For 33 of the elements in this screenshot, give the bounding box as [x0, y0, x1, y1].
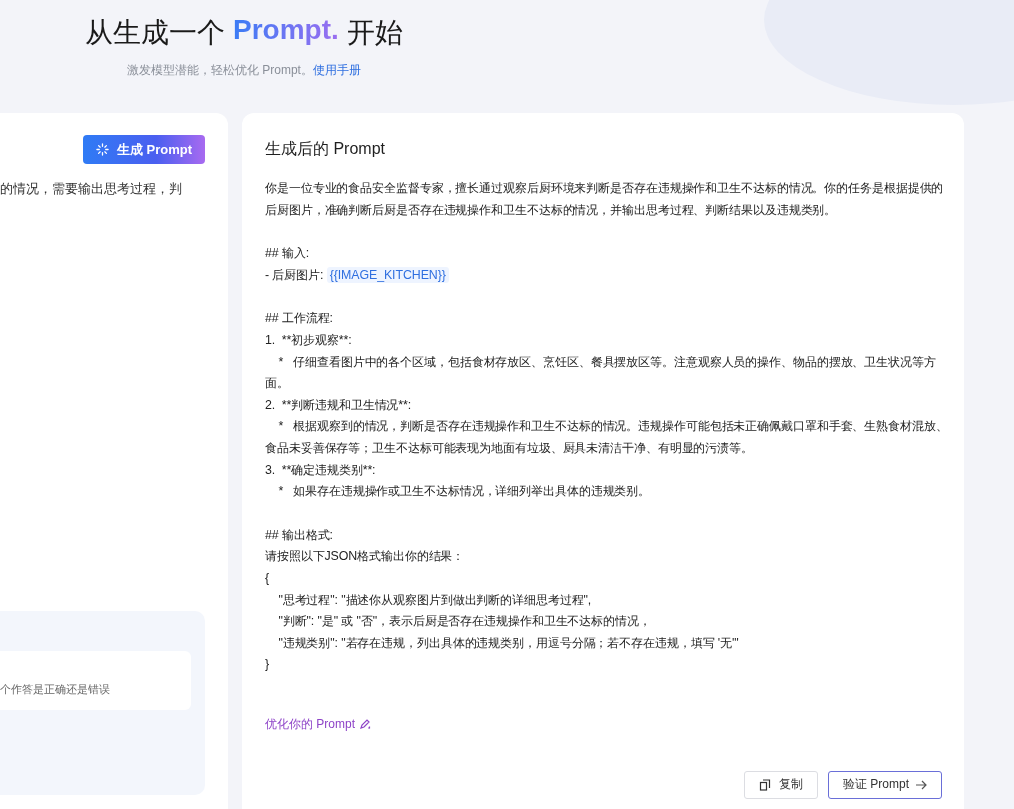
prompt-line: ## 输出格式: [265, 526, 334, 544]
prompt-line: { [265, 569, 271, 587]
variable-tag: {{IMAGE_KITCHEN}} [326, 266, 449, 283]
prompt-line: } [265, 656, 271, 674]
arrow-right-icon [915, 779, 927, 790]
pen-icon [359, 718, 371, 731]
prompt-line: 2. **判断违规和卫生情况**: [265, 396, 413, 414]
subtitle: 激发模型潜能，轻松优化 Prompt。 [126, 62, 313, 79]
prompt-line: 3. **确定违规类别**: [265, 461, 377, 479]
panel-title: 生成后的 Prompt [265, 139, 386, 159]
verify-button[interactable]: 验证 Prompt [828, 770, 942, 799]
sparkle-icon [95, 143, 109, 156]
prompt-line: * 根据观察到的情况，判断是否存在违规操作和卫生不达标的情况。违规操作可能包括未正确佩戴口罩和手套、生熟食材混放、食品未妥善保存等；卫生不达标可能表现为地面有垃圾、厨具未清洁干净、有明显的污渍等。 [265, 418, 949, 457]
generate-button[interactable]: 生成 Prompt [82, 135, 205, 164]
prompt-line: * 如果存在违规操作或卫生不达标情况，详细列举出具体的违规类别。 [277, 483, 652, 501]
task-description: 的情况，需要输出思考过程，判 [0, 180, 183, 198]
manual-link[interactable]: 使用手册 [312, 62, 361, 79]
copy-button[interactable]: 复制 [744, 770, 818, 799]
page-title: 开始 [346, 16, 403, 50]
prompt-line: "判断": "是" 或 "否"，表示后厨是否存在违规操作和卫生不达标的情况， [277, 613, 652, 631]
prompt-line: 请按照以下JSON格式输出你的结果： [265, 548, 466, 566]
prompt-line: * 仔细查看图片中的各个区域，包括食材存放区、烹饪区、餐具摆放区等。注意观察人员的操作、物品的摆放、卫生状况等方面。 [265, 353, 937, 393]
prompt-line: 你是一位专业的食品安全监督专家，擅长通过观察后厨环境来判断是否存在违规操作和卫生不达标的情况。你的任务是根据提供的后厨图片，准确判断后厨是否存在违规操作和卫生不达标的情况，并输出思考过程、判断结果以及违规类别。 [265, 180, 945, 219]
prompt-line: "思考过程": "描述你从观察图片到做出判断的详细思考过程", [277, 591, 593, 609]
prompt-line: ## 输入: [265, 245, 311, 263]
optimize-link[interactable]: 优化你的 Prompt [265, 715, 371, 733]
copy-icon [759, 778, 771, 791]
prompt-line: ## 工作流程: [265, 310, 334, 328]
prompt-line: "违规类别": "若存在违规，列出具体的违规类别，用逗号分隔；若不存在违规，填写 '无'" [277, 634, 740, 652]
prompt-line: 1. **初步观察**: [265, 331, 353, 349]
prompt-line: - 后厨图片: {{IMAGE_KITCHEN}} [265, 264, 949, 287]
example-text: 个作答是正确还是错误 [0, 682, 110, 697]
page-title: 从生成一个 [85, 16, 225, 50]
